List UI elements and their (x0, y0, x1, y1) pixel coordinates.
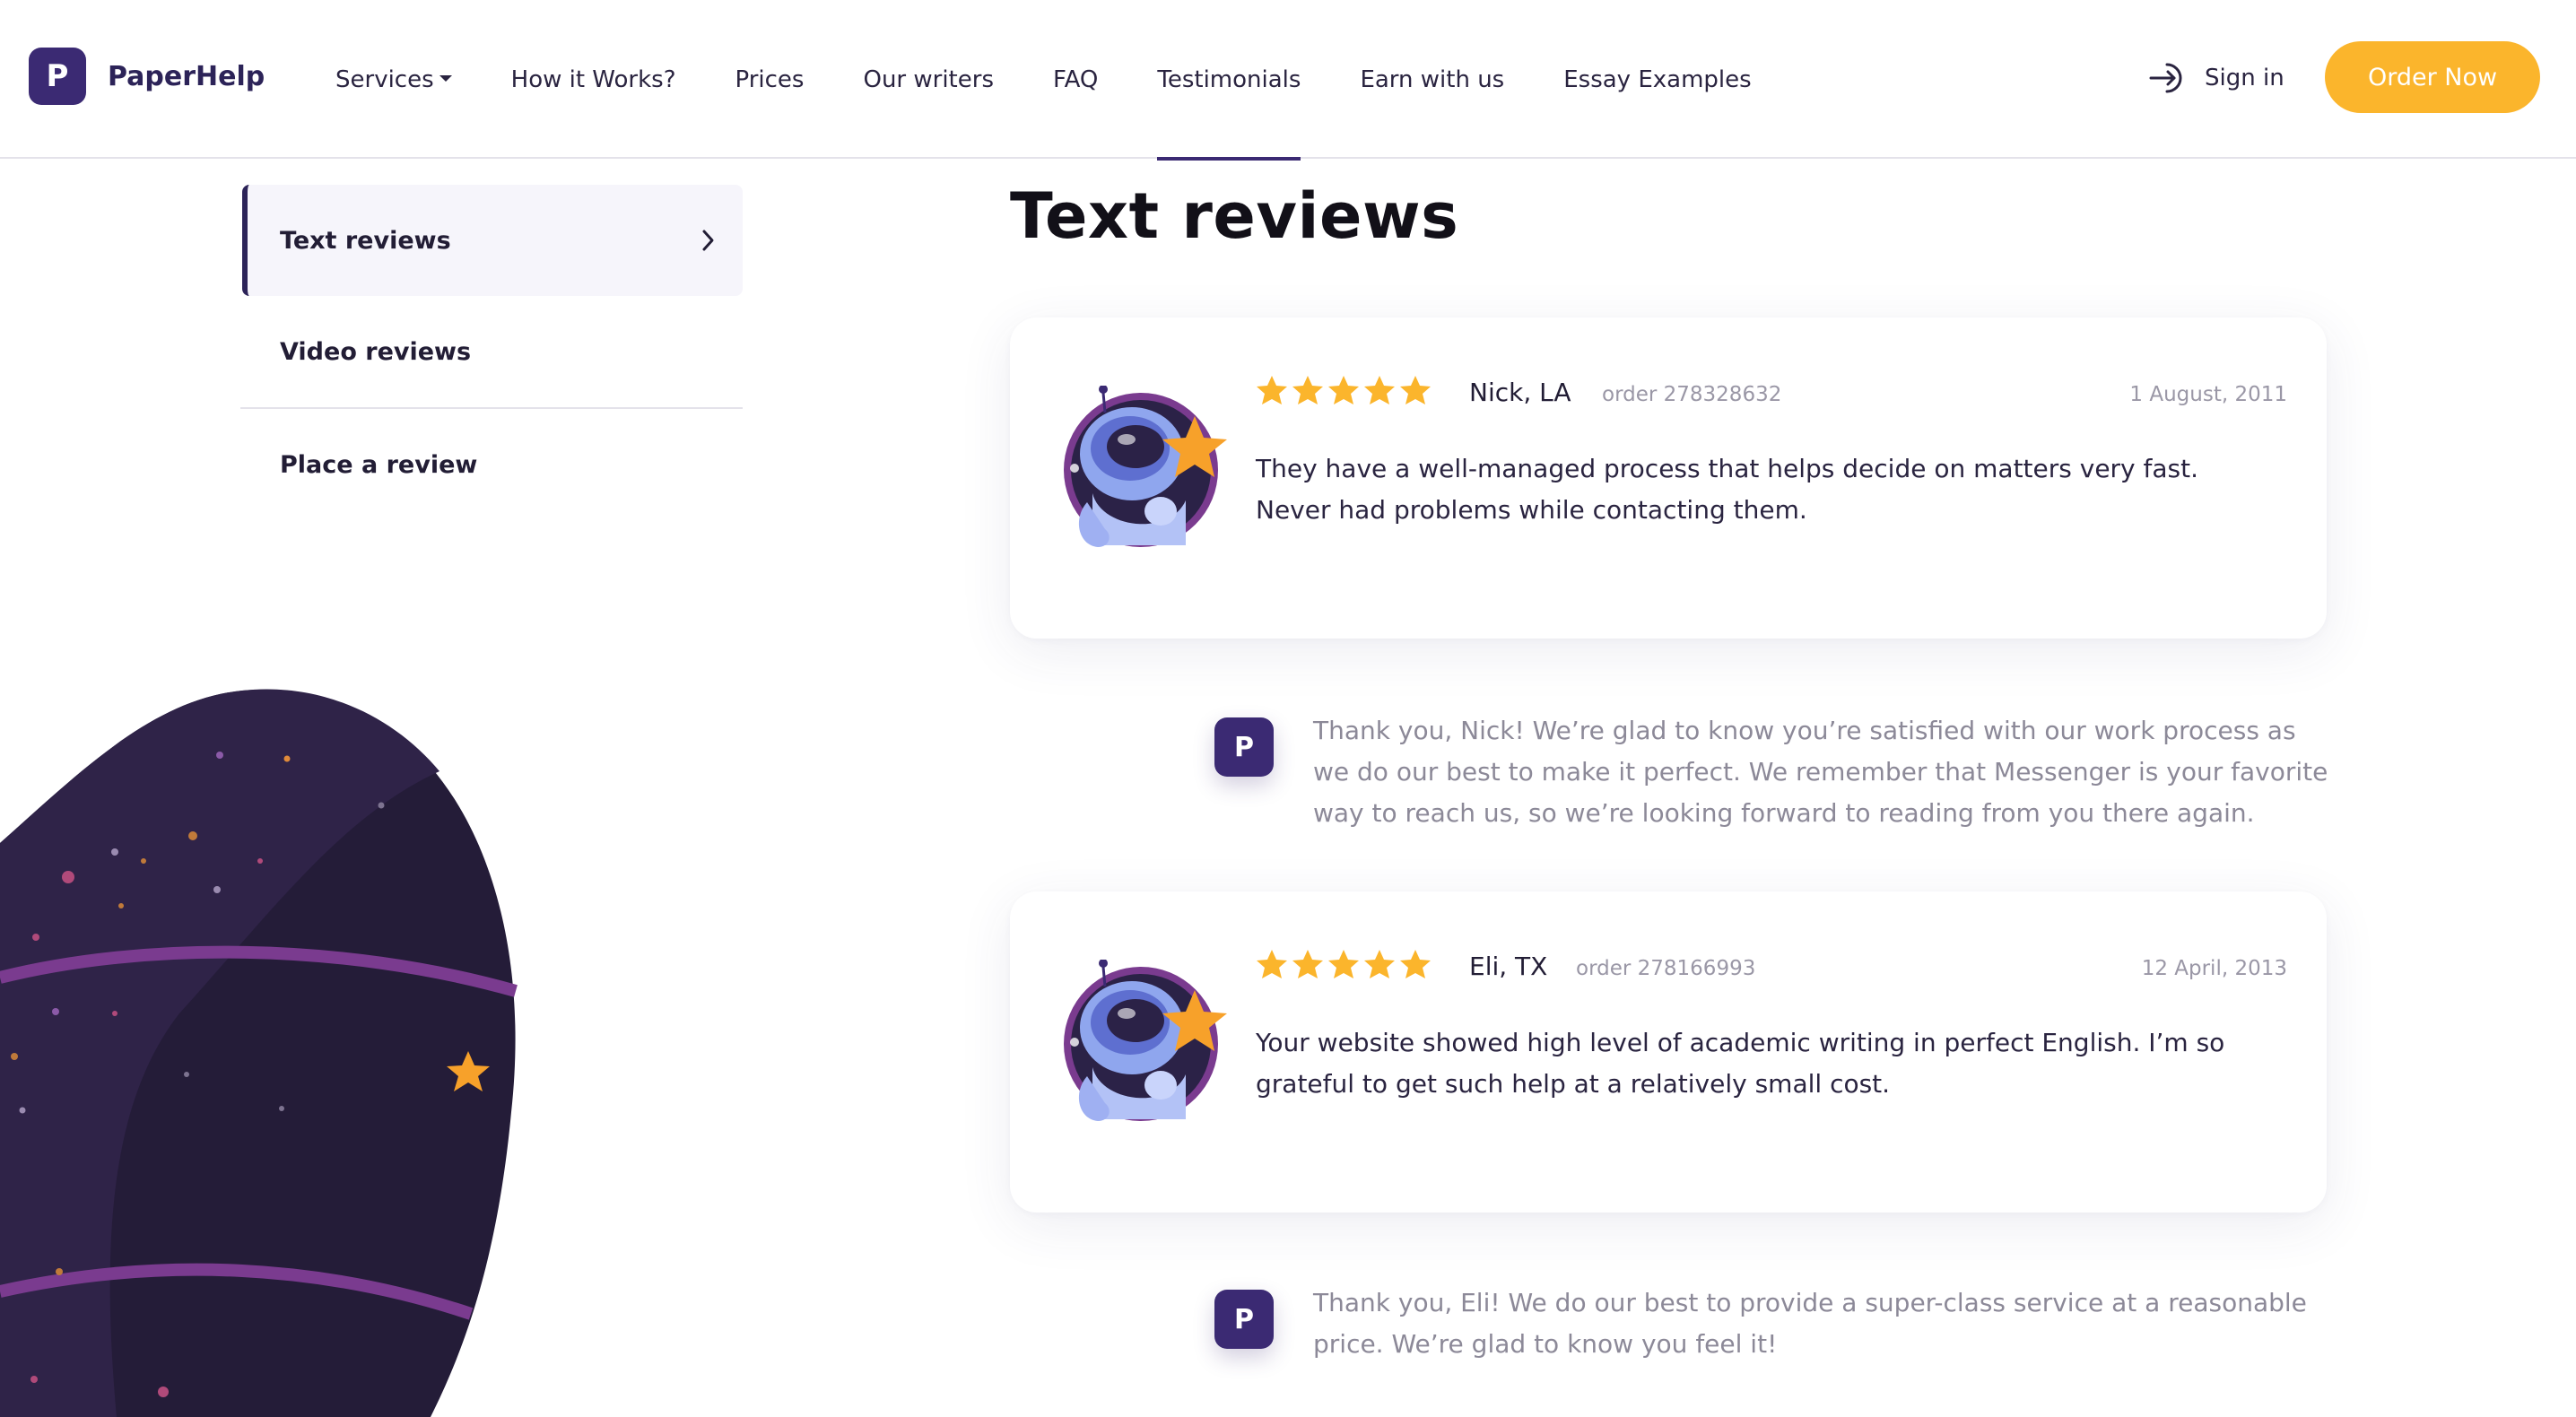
rating-stars (1256, 949, 1435, 979)
company-reply: P Thank you, Eli! We do our best to prov… (1214, 1282, 2327, 1372)
astronaut-avatar-icon (1064, 960, 1227, 1121)
logo[interactable]: P PaperHelp (29, 47, 265, 106)
page-title: Text reviews (1010, 179, 1459, 253)
reviewer-name: Nick, LA (1469, 378, 1571, 407)
reply-logo-mark: P (1214, 1290, 1274, 1349)
star-icon (1328, 376, 1359, 404)
reply-text: Thank you, Eli! We do our best to provid… (1313, 1288, 2307, 1359)
caret-down-icon (439, 74, 452, 82)
sign-in-label: Sign in (2205, 65, 2284, 91)
star-icon (1257, 950, 1287, 978)
star-icon (1292, 376, 1323, 404)
nav-services-label: Services (335, 65, 434, 93)
sidebar-item-label: Text reviews (280, 226, 451, 255)
nav-essay-examples[interactable]: Essay Examples (1563, 0, 1751, 159)
sign-in-arrow-icon (2149, 63, 2182, 93)
reviewer-name: Eli, TX (1469, 952, 1548, 981)
nav-how-it-works[interactable]: How it Works? (511, 0, 676, 159)
reply-text: Thank you, Nick! We’re glad to know you’… (1313, 716, 2328, 828)
star-icon (1257, 376, 1287, 404)
review-date: 1 August, 2011 (2129, 383, 2287, 406)
star-icon (1364, 950, 1395, 978)
star-icon (1292, 950, 1323, 978)
logo-mark: P (29, 48, 86, 105)
review-card: Eli, TX order 278166993 12 April, 2013 Y… (1010, 891, 2327, 1213)
sidebar-item-label: Place a review (280, 450, 478, 479)
star-icon (1328, 950, 1359, 978)
logo-text: PaperHelp (108, 60, 265, 92)
order-now-button[interactable]: Order Now (2325, 41, 2540, 113)
sidebar-item-text-reviews[interactable]: Text reviews (242, 185, 743, 296)
nav-earn-with-us[interactable]: Earn with us (1360, 0, 1504, 159)
star-icon (1400, 376, 1431, 404)
rating-stars (1256, 375, 1435, 405)
star-icon (1400, 950, 1431, 978)
nav-services[interactable]: Services (335, 0, 452, 159)
reply-logo-mark: P (1214, 717, 1274, 777)
nav-testimonials[interactable]: Testimonials (1157, 0, 1301, 161)
review-text: Your website showed high level of academ… (1256, 1028, 2225, 1099)
nav-our-writers[interactable]: Our writers (863, 0, 994, 159)
nav-faq[interactable]: FAQ (1053, 0, 1098, 159)
site-header: P PaperHelp Services How it Works? Price… (0, 0, 2576, 161)
main-nav: Services How it Works? Prices Our writer… (335, 0, 1811, 161)
review-text: They have a well-managed process that he… (1256, 454, 2199, 525)
sidebar-item-video-reviews[interactable]: Video reviews (242, 296, 743, 407)
sidebar-item-label: Video reviews (280, 337, 472, 366)
star-icon (1364, 376, 1395, 404)
astronaut-avatar-icon (1064, 386, 1227, 547)
planet-illustration (0, 689, 518, 1417)
sign-in-link[interactable]: Sign in (2149, 56, 2284, 100)
review-card: Nick, LA order 278328632 1 August, 2011 … (1010, 317, 2327, 639)
order-number: order 278328632 (1602, 383, 1782, 406)
chevron-right-icon (702, 230, 714, 251)
sidebar-item-place-a-review[interactable]: Place a review (242, 409, 743, 520)
review-date: 12 April, 2013 (2141, 957, 2287, 980)
nav-prices[interactable]: Prices (735, 0, 805, 159)
company-reply: P Thank you, Nick! We’re glad to know yo… (1214, 710, 2328, 836)
order-number: order 278166993 (1576, 957, 1756, 980)
